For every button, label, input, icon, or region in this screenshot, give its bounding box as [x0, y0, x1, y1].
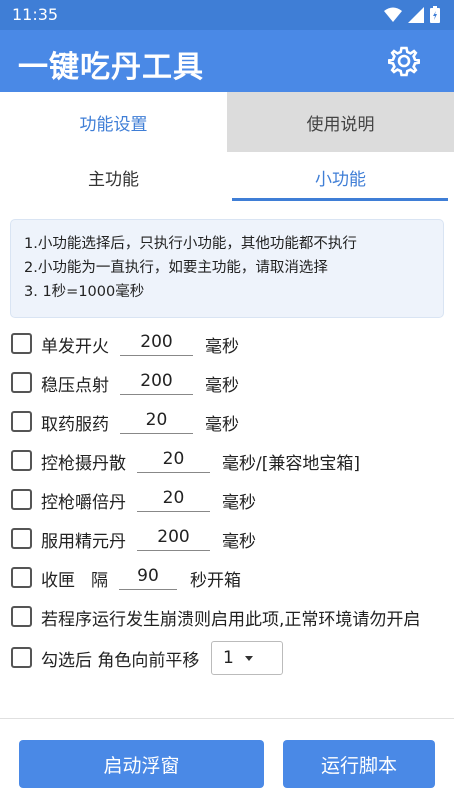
unit-label: 毫秒: [222, 532, 256, 552]
interval-input[interactable]: 90: [119, 563, 177, 590]
tab-feature-settings[interactable]: 功能设置: [0, 92, 227, 152]
delay-input[interactable]: 200: [120, 368, 193, 395]
divider: [0, 718, 454, 719]
option-label: 取药服药: [41, 415, 109, 435]
status-bar: 11:35: [0, 0, 454, 30]
option-label: 服用精元丹: [41, 532, 126, 552]
option-label: 单发开火: [41, 337, 109, 357]
option-row: 取药服药 20 毫秒: [0, 405, 454, 439]
single-fire-checkbox[interactable]: [11, 333, 32, 354]
option-label: 稳压点射: [41, 376, 109, 396]
control-chew-pill-checkbox[interactable]: [11, 489, 32, 510]
interval-label: 隔: [91, 571, 108, 591]
unit-label: 毫秒: [205, 337, 239, 357]
delay-input[interactable]: 20: [137, 485, 210, 512]
delay-input[interactable]: 200: [137, 524, 210, 551]
move-option-label: 勾选后 角色向前平移: [41, 651, 200, 671]
delay-input[interactable]: 200: [120, 329, 193, 356]
status-time: 11:35: [12, 5, 59, 24]
tab-main-function[interactable]: 主功能: [0, 152, 227, 202]
take-medicine-checkbox[interactable]: [11, 411, 32, 432]
battery-icon: [430, 6, 440, 23]
delay-input[interactable]: 20: [137, 446, 210, 473]
select-value: 1: [223, 648, 234, 668]
delay-input[interactable]: 20: [120, 407, 193, 434]
option-row: 服用精元丹 200 毫秒: [0, 522, 454, 556]
sub-tabs: 主功能 小功能: [0, 152, 454, 202]
tab-indicator: [232, 198, 448, 201]
wifi-icon: [384, 7, 402, 22]
app-bar: 一键吃丹工具: [0, 30, 454, 92]
notice-line: 1.小功能选择后，只执行小功能，其他功能都不执行: [24, 236, 357, 252]
control-pill-powder-checkbox[interactable]: [11, 450, 32, 471]
option-row: 单发开火 200 毫秒: [0, 327, 454, 361]
option-row: 控枪嚼倍丹 20 毫秒: [0, 483, 454, 517]
move-steps-select[interactable]: 1: [211, 641, 283, 675]
start-float-button[interactable]: 启动浮窗: [19, 740, 264, 788]
unit-label: 毫秒: [222, 493, 256, 513]
collect-box-checkbox[interactable]: [11, 567, 32, 588]
burst-fire-checkbox[interactable]: [11, 372, 32, 393]
essence-pill-checkbox[interactable]: [11, 528, 32, 549]
option-row: 若程序运行发生崩溃则启用此项,正常环境请勿开启: [0, 600, 454, 634]
chevron-down-icon: [245, 656, 253, 661]
option-label: 收匣: [41, 571, 75, 591]
unit-label: 毫秒: [205, 415, 239, 435]
tab-small-function[interactable]: 小功能: [227, 152, 454, 202]
unit-label: 毫秒/[兼容地宝箱]: [222, 454, 360, 474]
tab-instructions[interactable]: 使用说明: [227, 92, 454, 152]
option-row: 稳压点射 200 毫秒: [0, 366, 454, 400]
app-title: 一键吃丹工具: [18, 50, 204, 85]
unit-label: 秒开箱: [190, 571, 241, 591]
move-forward-checkbox[interactable]: [11, 647, 32, 668]
run-script-button[interactable]: 运行脚本: [283, 740, 435, 788]
option-label: 控枪嚼倍丹: [41, 493, 126, 513]
signal-icon: [408, 6, 424, 23]
gear-icon[interactable]: [388, 45, 420, 77]
crash-option-label: 若程序运行发生崩溃则启用此项,正常环境请勿开启: [41, 610, 421, 630]
notice-box: 1.小功能选择后，只执行小功能，其他功能都不执行 2.小功能为一直执行，如要主功…: [10, 219, 444, 318]
option-row: 收匣 隔 90 秒开箱: [0, 561, 454, 595]
option-label: 控枪摄丹散: [41, 454, 126, 474]
option-row: 控枪摄丹散 20 毫秒/[兼容地宝箱]: [0, 444, 454, 478]
notice-line: 3. 1秒=1000毫秒: [24, 284, 145, 300]
crash-mode-checkbox[interactable]: [11, 606, 32, 627]
notice-line: 2.小功能为一直执行，如要主功能，请取消选择: [24, 260, 328, 276]
top-tabs: 功能设置 使用说明: [0, 92, 454, 152]
status-icons: [384, 6, 440, 23]
unit-label: 毫秒: [205, 376, 239, 396]
